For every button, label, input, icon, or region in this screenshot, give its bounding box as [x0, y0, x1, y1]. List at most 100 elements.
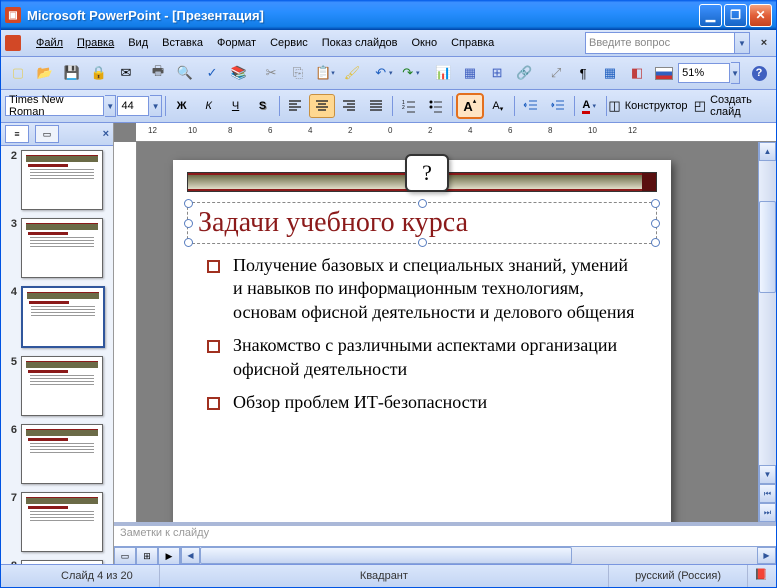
undo-button[interactable]: ↶▾ [371, 61, 397, 85]
show-grid-button[interactable]: ▦ [597, 61, 623, 85]
numbering-button[interactable]: 12 [396, 94, 422, 118]
scroll-left-button[interactable]: ◀ [181, 547, 200, 564]
flag-button[interactable] [651, 61, 677, 85]
slide[interactable]: Задачи учебного курса Получение базовых … [173, 160, 671, 522]
status-spell-icon[interactable]: 📕 [754, 568, 770, 584]
align-right-button[interactable] [336, 94, 362, 118]
next-slide-button[interactable]: ⏭ [759, 503, 776, 522]
increase-indent-button[interactable] [545, 94, 571, 118]
menu-format[interactable]: Формат [210, 35, 263, 51]
font-dropdown[interactable]: ▼ [105, 95, 116, 117]
menu-edit[interactable]: Правка [70, 35, 121, 51]
align-center-button[interactable] [309, 94, 335, 118]
new-button[interactable]: ▢ [5, 61, 31, 85]
italic-button[interactable]: К [196, 94, 222, 118]
minimize-button[interactable]: ▁ [699, 4, 722, 27]
bold-button[interactable]: Ж [169, 94, 195, 118]
shadow-button[interactable]: S [250, 94, 276, 118]
menu-service[interactable]: Сервис [263, 35, 315, 51]
zoom-input[interactable] [678, 63, 730, 83]
status-language[interactable]: русский (Россия) [609, 565, 748, 587]
paste-button[interactable]: 📋▾ [312, 61, 338, 85]
format-painter-button[interactable]: 🖌 [339, 61, 365, 85]
save-button[interactable]: 💾 [59, 61, 85, 85]
menu-file[interactable]: Файл [29, 35, 70, 51]
thumbnail-slide-4[interactable]: 4 [3, 286, 111, 348]
horizontal-ruler[interactable]: 12108642024681012 [136, 123, 776, 142]
color-button[interactable]: ◧ [624, 61, 650, 85]
scroll-down-button[interactable]: ▼ [759, 465, 776, 484]
normal-view-button[interactable]: ▭ [114, 547, 136, 564]
horizontal-scrollbar[interactable]: ▭ ⊞ ▶ ◀ ▶ [114, 546, 776, 564]
thumbnail-slide-2[interactable]: 2 [3, 150, 111, 210]
slide-canvas[interactable]: Задачи учебного курса Получение базовых … [137, 142, 758, 522]
slide-title-placeholder[interactable]: Задачи учебного курса [187, 202, 657, 244]
bullets-button[interactable] [423, 94, 449, 118]
thumbnail-slide-3[interactable]: 3 [3, 218, 111, 278]
increase-font-button[interactable]: A▴ [456, 93, 484, 119]
font-size-dropdown[interactable]: ▼ [150, 95, 161, 117]
expand-button[interactable]: ⤢ [543, 61, 569, 85]
thumbnail-slide-6[interactable]: 6 [3, 424, 111, 484]
font-select[interactable]: Times New Roman [5, 96, 104, 116]
research-button[interactable]: 📚 [226, 61, 252, 85]
thumbnail-list[interactable]: 2 3 4 5 6 7 8 [1, 146, 113, 564]
thumbnail-close-button[interactable]: × [103, 128, 109, 140]
menu-help[interactable]: Справка [444, 35, 501, 51]
print-preview-button[interactable]: 🔍 [172, 61, 198, 85]
menu-window[interactable]: Окно [405, 35, 445, 51]
thumbnail-slide-7[interactable]: 7 [3, 492, 111, 552]
underline-button[interactable]: Ч [223, 94, 249, 118]
decrease-font-button[interactable]: A▾ [485, 94, 511, 118]
slide-design-button[interactable]: ◫Конструктор [610, 94, 686, 118]
decrease-indent-button[interactable] [518, 94, 544, 118]
distributed-button[interactable] [363, 94, 389, 118]
insert-hyperlink-button[interactable]: 🔗 [511, 61, 537, 85]
thumbnail-slide-8[interactable]: 8 [3, 560, 111, 564]
scroll-thumb[interactable] [759, 201, 776, 293]
zoom-dropdown[interactable]: ▼ [731, 62, 740, 84]
align-left-button[interactable] [282, 94, 308, 118]
scroll-up-button[interactable]: ▲ [759, 142, 776, 161]
tables-borders-button[interactable]: ⊞ [484, 61, 510, 85]
show-formatting-button[interactable]: ¶ [570, 61, 596, 85]
document-icon[interactable] [5, 35, 21, 51]
permission-button[interactable]: 🔒 [86, 61, 112, 85]
copy-button[interactable]: ⎘ [285, 61, 311, 85]
insert-chart-button[interactable]: 📊 [430, 61, 456, 85]
email-button[interactable]: ✉ [113, 61, 139, 85]
slide-bullet[interactable]: Обзор проблем ИТ-безопасности [229, 391, 641, 414]
slide-title-text[interactable]: Задачи учебного курса [198, 207, 646, 239]
hscroll-thumb[interactable] [200, 547, 572, 564]
open-button[interactable]: 📂 [32, 61, 58, 85]
cut-button[interactable]: ✂ [258, 61, 284, 85]
spelling-button[interactable]: ✓ [199, 61, 225, 85]
prev-slide-button[interactable]: ⏮ [759, 484, 776, 503]
maximize-button[interactable]: ❐ [724, 4, 747, 27]
slide-bullet[interactable]: Получение базовых и специальных знаний, … [229, 254, 641, 324]
help-search-dropdown[interactable]: ▼ [735, 32, 750, 54]
vertical-scrollbar[interactable]: ▲ ▼ ⏮ ⏭ [758, 142, 776, 522]
new-slide-button[interactable]: ◰Создать слайд [687, 94, 772, 118]
outline-tab[interactable]: ≡ [5, 125, 29, 143]
slideshow-view-button[interactable]: ▶ [158, 547, 180, 564]
help-search-input[interactable]: Введите вопрос [585, 32, 735, 54]
slides-tab[interactable]: ▭ [35, 125, 59, 143]
redo-button[interactable]: ↷▾ [398, 61, 424, 85]
notes-pane[interactable]: Заметки к слайду [114, 522, 776, 546]
font-size-select[interactable]: 44 [117, 96, 149, 116]
slide-content-placeholder[interactable]: Получение базовых и специальных знаний, … [203, 254, 641, 414]
menu-slideshow[interactable]: Показ слайдов [315, 35, 405, 51]
font-color-button[interactable]: A▾ [577, 94, 603, 118]
print-button[interactable]: 🖶 [145, 61, 171, 85]
document-close-button[interactable]: × [756, 35, 772, 51]
menu-view[interactable]: Вид [121, 35, 155, 51]
vertical-ruler[interactable] [114, 142, 137, 522]
scroll-right-button[interactable]: ▶ [757, 547, 776, 564]
thumbnail-slide-5[interactable]: 5 [3, 356, 111, 416]
slide-bullet[interactable]: Знакомство с различными аспектами органи… [229, 334, 641, 381]
menu-insert[interactable]: Вставка [155, 35, 210, 51]
close-button[interactable]: ✕ [749, 4, 772, 27]
help-button[interactable]: ? [746, 61, 772, 85]
sorter-view-button[interactable]: ⊞ [136, 547, 158, 564]
